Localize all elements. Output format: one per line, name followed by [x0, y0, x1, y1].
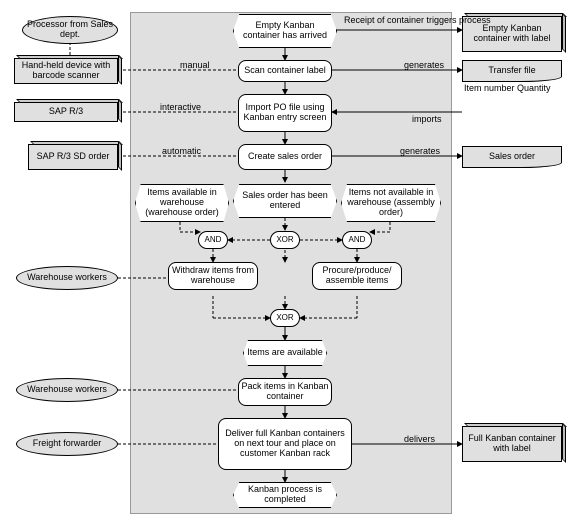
data-transfer-file-label: Transfer file: [488, 66, 535, 76]
event-end-label: Kanban process is completed: [236, 485, 334, 505]
edge-receipt-triggers: Receipt of container triggers process: [344, 16, 454, 26]
function-create-so-label: Create sales order: [248, 152, 322, 162]
gate-and-right-label: AND: [349, 236, 366, 245]
edge-delivers: delivers: [404, 434, 435, 444]
edge-delivers-label: delivers: [404, 434, 435, 444]
system-sapr3-label: SAP R/3: [49, 107, 83, 117]
gate-and-left: AND: [198, 231, 228, 249]
event-items-avail: Items are available: [243, 340, 327, 366]
function-withdraw-label: Withdraw items from warehouse: [171, 266, 255, 286]
edge-generates1: generates: [404, 60, 444, 70]
event-start: Empty Kanban container has arrived: [233, 14, 337, 48]
function-withdraw: Withdraw items from warehouse: [168, 262, 258, 290]
system-sapsd: SAP R/3 SD order: [28, 144, 118, 170]
org-freight: Freight forwarder: [16, 432, 118, 456]
function-import-po-label: Import PO file using Kanban entry screen: [241, 103, 329, 123]
org-wh1-label: Warehouse workers: [27, 273, 107, 283]
org-wh2-label: Warehouse workers: [27, 385, 107, 395]
gate-xor-bottom-label: XOR: [276, 314, 293, 323]
gate-xor-top-label: XOR: [276, 236, 293, 245]
event-avail-wh-label: Items available in warehouse (warehouse …: [138, 188, 226, 218]
epc-diagram: Empty Kanban container has arrived Sales…: [0, 0, 578, 523]
system-handheld-label: Hand-held device with barcode scanner: [17, 61, 115, 81]
event-items-avail-label: Items are available: [247, 348, 323, 358]
function-scan: Scan container label: [238, 60, 332, 82]
edge-interactive: interactive: [160, 102, 201, 112]
edge-generates2-label: generates: [400, 146, 440, 156]
function-pack-label: Pack items in Kanban container: [241, 382, 329, 402]
edge-imports: imports: [412, 114, 442, 124]
edge-manual: manual: [180, 60, 210, 70]
event-end: Kanban process is completed: [233, 482, 337, 508]
data-full-container: Full Kanban container with label: [462, 426, 562, 462]
edge-imports-label: imports: [412, 114, 442, 124]
org-processor-label: Processor from Sales dept.: [25, 20, 115, 40]
function-deliver-label: Deliver full Kanban containers on next t…: [221, 429, 349, 459]
org-freight-label: Freight forwarder: [33, 439, 102, 449]
function-scan-label: Scan container label: [244, 66, 326, 76]
function-deliver: Deliver full Kanban containers on next t…: [218, 418, 352, 470]
edge-interactive-label: interactive: [160, 102, 201, 112]
event-avail-wh: Items available in warehouse (warehouse …: [135, 184, 229, 222]
gate-xor-bottom: XOR: [270, 309, 300, 327]
edge-receipt-triggers-label: Receipt of container triggers process: [344, 15, 491, 25]
org-wh2: Warehouse workers: [16, 378, 118, 402]
function-procure-label: Procure/produce/ assemble items: [315, 266, 399, 286]
function-create-so: Create sales order: [238, 144, 332, 170]
system-sapr3: SAP R/3: [14, 102, 118, 122]
event-so-entered: Sales order has been entered: [233, 184, 337, 218]
data-sales-order-label: Sales order: [489, 152, 535, 162]
data-transfer-file: Transfer file: [462, 60, 562, 82]
function-import-po: Import PO file using Kanban entry screen: [238, 94, 332, 132]
org-wh1: Warehouse workers: [16, 266, 118, 290]
event-notavail-wh-label: Items not available in warehouse (assemb…: [344, 188, 438, 218]
function-procure: Procure/produce/ assemble items: [312, 262, 402, 290]
gate-and-right: AND: [342, 231, 372, 249]
event-so-entered-label: Sales order has been entered: [236, 191, 334, 211]
org-processor: Processor from Sales dept.: [22, 16, 118, 44]
gate-xor-top: XOR: [270, 231, 300, 249]
data-transfer-file-detail-label: Item number Quantity: [464, 83, 551, 93]
edge-automatic-label: automatic: [162, 146, 201, 156]
event-start-label: Empty Kanban container has arrived: [236, 21, 334, 41]
function-pack: Pack items in Kanban container: [238, 378, 332, 406]
system-handheld: Hand-held device with barcode scanner: [14, 58, 118, 84]
edge-manual-label: manual: [180, 60, 210, 70]
data-full-container-label: Full Kanban container with label: [465, 434, 559, 454]
edge-generates1-label: generates: [404, 60, 444, 70]
gate-and-left-label: AND: [205, 236, 222, 245]
edge-automatic: automatic: [162, 146, 201, 156]
event-notavail-wh: Items not available in warehouse (assemb…: [341, 184, 441, 222]
data-sales-order: Sales order: [462, 146, 562, 168]
edge-generates2: generates: [400, 146, 440, 156]
data-empty-container-label: Empty Kanban container with label: [465, 24, 559, 44]
data-transfer-file-detail: Item number Quantity: [464, 84, 564, 94]
system-sapsd-label: SAP R/3 SD order: [37, 152, 110, 162]
